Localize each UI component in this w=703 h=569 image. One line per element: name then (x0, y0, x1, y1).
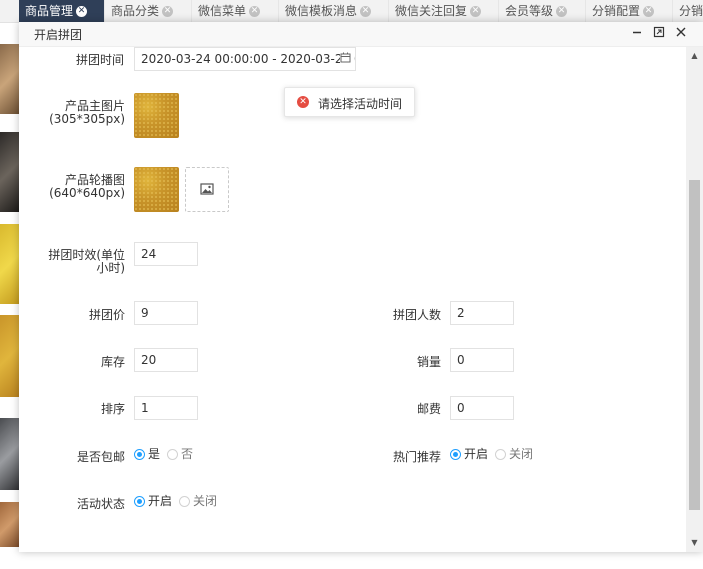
maximize-icon[interactable] (652, 26, 666, 40)
validation-tooltip: ✕ 请选择活动时间 (284, 87, 415, 117)
sales-label: 销量 (416, 355, 441, 369)
tab-close-icon[interactable]: ✕ (556, 6, 568, 17)
background-product-thumbnail (0, 44, 19, 114)
main-image-thumbnail[interactable] (134, 93, 179, 138)
tab-close-icon[interactable]: ✕ (360, 6, 372, 17)
background-product-thumbnail (0, 418, 19, 490)
sales-input[interactable]: 0 (450, 348, 514, 372)
scroll-down-arrow-icon[interactable]: ▼ (686, 536, 703, 550)
error-icon: ✕ (297, 96, 309, 108)
background-product-thumbnail (0, 502, 19, 547)
main-image-label: 产品主图片 (64, 99, 125, 113)
validity-label-line2: 小时) (96, 261, 125, 275)
tooltip-text: 请选择活动时间 (318, 97, 403, 111)
tab-wechat-menu[interactable]: 微信菜单 ✕ (192, 0, 279, 22)
postage-input[interactable]: 0 (450, 396, 514, 420)
validity-label-line1: 拼团时效(单位 (48, 248, 125, 262)
dialog-body: 拼团时间 2020-03-24 00:00:00 - 2020-03-27 00… (19, 47, 683, 552)
stock-label: 库存 (100, 355, 125, 369)
tab-distribution[interactable]: 分销 (673, 0, 703, 22)
free-shipping-label: 是否包邮 (76, 450, 125, 464)
free-shipping-yes-radio[interactable] (134, 449, 145, 460)
validity-hours-input[interactable]: 24 (134, 242, 198, 266)
postage-label: 邮费 (416, 402, 441, 416)
tab-wechat-template[interactable]: 微信模板消息 ✕ (279, 0, 389, 22)
scroll-up-arrow-icon[interactable]: ▲ (686, 49, 703, 63)
free-shipping-yes-text: 是 (148, 447, 161, 461)
hot-recommend-off-radio[interactable] (495, 449, 506, 460)
group-buy-dialog: 开启拼团 拼团时间 2020-03-24 00:00:00 - 2020-03-… (19, 22, 703, 552)
minimize-icon[interactable] (630, 26, 644, 40)
hot-recommend-on-text: 开启 (464, 447, 489, 461)
activity-status-on-text: 开启 (148, 494, 173, 508)
stock-input[interactable]: 20 (134, 348, 198, 372)
close-icon[interactable] (674, 26, 688, 40)
dialog-header: 开启拼团 (19, 22, 703, 47)
carousel-image-thumbnail[interactable] (134, 167, 179, 212)
tab-wechat-follow-reply[interactable]: 微信关注回复 ✕ (389, 0, 499, 22)
tab-product-management[interactable]: 商品管理 ✕ (19, 0, 105, 22)
tab-close-icon[interactable]: ✕ (643, 6, 655, 17)
tab-bar: 商品管理 ✕ 商品分类 ✕ 微信菜单 ✕ 微信模板消息 ✕ 微信关注回复 ✕ 会员等级 ✕ … (0, 0, 703, 23)
activity-status-label: 活动状态 (76, 497, 125, 511)
hot-recommend-on-radio[interactable] (450, 449, 461, 460)
tab-distribution-config[interactable]: 分销配置 ✕ (586, 0, 673, 22)
tab-close-icon[interactable]: ✕ (249, 6, 261, 17)
dialog-title: 开启拼团 (34, 28, 83, 42)
background-product-thumbnail (0, 315, 19, 397)
activity-status-on-radio[interactable] (134, 496, 145, 507)
sort-input[interactable]: 1 (134, 396, 198, 420)
tab-member-level[interactable]: 会员等级 ✕ (499, 0, 586, 22)
hot-recommend-label: 热门推荐 (392, 450, 441, 464)
scrollbar-thumb[interactable] (689, 180, 700, 510)
time-range-input[interactable]: 2020-03-24 00:00:00 - 2020-03-27 00:00:0… (134, 47, 356, 71)
hot-recommend-off-text: 关闭 (509, 447, 534, 461)
time-range-value: 2020-03-24 00:00:00 - 2020-03-27 00:00:0… (141, 52, 355, 66)
background-product-thumbnail (0, 132, 19, 212)
tab-close-icon[interactable]: ✕ (162, 6, 174, 17)
price-label: 拼团价 (88, 308, 125, 322)
activity-status-off-radio[interactable] (179, 496, 190, 507)
dialog-scrollbar[interactable]: ▲ ▼ (686, 47, 703, 552)
carousel-size: (640*640px) (49, 186, 125, 200)
tab-close-icon[interactable]: ✕ (76, 6, 88, 17)
activity-status-off-text: 关闭 (193, 494, 218, 508)
free-shipping-no-text: 否 (181, 447, 194, 461)
carousel-upload-button[interactable] (185, 167, 229, 212)
calendar-icon[interactable] (340, 52, 351, 63)
tab-close-icon[interactable]: ✕ (470, 6, 482, 17)
main-image-size: (305*305px) (49, 112, 125, 126)
time-label: 拼团时间 (75, 53, 124, 67)
carousel-label: 产品轮播图 (64, 173, 125, 187)
image-icon (200, 182, 214, 199)
people-label: 拼团人数 (392, 308, 441, 322)
free-shipping-no-radio[interactable] (167, 449, 178, 460)
group-people-input[interactable]: 2 (450, 301, 514, 325)
sort-label: 排序 (100, 402, 125, 416)
background-product-thumbnail (0, 224, 19, 304)
tab-product-category[interactable]: 商品分类 ✕ (105, 0, 192, 22)
group-price-input[interactable]: 9 (134, 301, 198, 325)
